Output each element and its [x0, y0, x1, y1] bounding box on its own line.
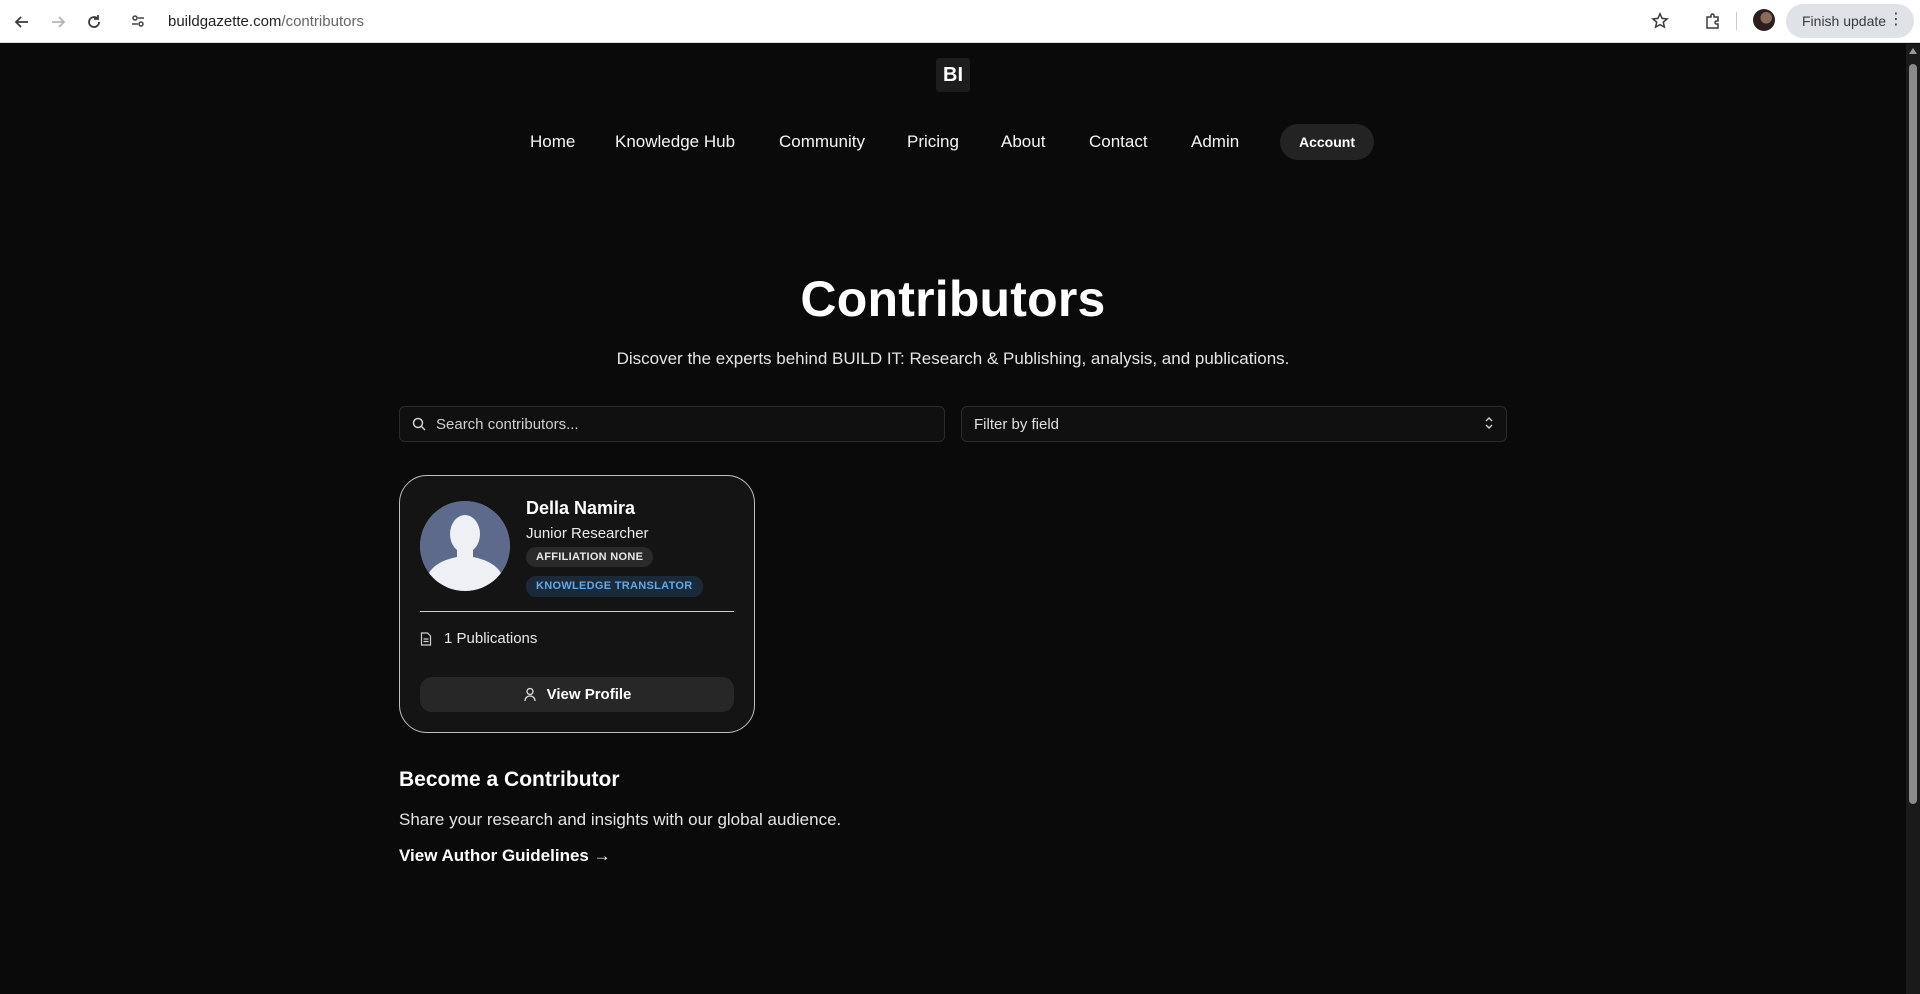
user-icon	[523, 687, 539, 703]
url-path: /contributors	[281, 12, 364, 30]
bookmark-star-icon[interactable]	[1648, 9, 1672, 33]
nav-admin[interactable]: Admin	[1191, 124, 1239, 160]
contributor-name[interactable]: Della Namira	[526, 498, 635, 519]
address-bar[interactable]: buildgazette.com/contributors	[124, 4, 1672, 38]
scrollbar-thumb[interactable]	[1909, 64, 1917, 804]
author-guidelines-link[interactable]: View Author Guidelines →	[399, 846, 611, 866]
field-filter-value: Filter by field	[974, 415, 1060, 433]
become-contributor-heading: Become a Contributor	[399, 768, 620, 791]
affiliation-badge: AFFILIATION NONE	[526, 547, 654, 567]
toolbar-divider	[1736, 12, 1737, 30]
knowledge-translator-badge: KNOWLEDGE TRANSLATOR	[526, 576, 703, 597]
person-silhouette-icon	[420, 501, 510, 591]
more-menu-icon[interactable]: ⋮	[1888, 12, 1904, 28]
arrow-right-icon	[52, 16, 66, 28]
nav-pricing[interactable]: Pricing	[907, 124, 959, 160]
document-icon	[420, 631, 434, 647]
finish-update-button[interactable]: Finish update ⋮	[1786, 4, 1914, 38]
search-field[interactable]	[399, 406, 945, 442]
publications-count: 1 Publications	[420, 630, 537, 647]
scroll-up-arrow-icon[interactable]	[1909, 48, 1917, 54]
site-settings-icon[interactable]	[124, 7, 152, 35]
card-divider	[420, 611, 734, 612]
profile-avatar[interactable]	[1753, 9, 1775, 31]
finish-update-label: Finish update	[1802, 13, 1887, 29]
nav-community[interactable]: Community	[779, 124, 865, 160]
nav-home[interactable]: Home	[530, 124, 575, 160]
main-navigation: Home Knowledge Hub Community Pricing Abo…	[0, 124, 1906, 160]
arrow-left-icon	[14, 16, 28, 28]
site-logo[interactable]: BI	[936, 58, 970, 92]
page-subtitle: Discover the experts behind BUILD IT: Re…	[616, 349, 1290, 368]
nav-knowledge-hub[interactable]: Knowledge Hub	[615, 124, 735, 160]
url-domain: buildgazette.com	[168, 12, 282, 30]
publications-label: 1 Publications	[444, 630, 538, 647]
nav-about[interactable]: About	[1001, 124, 1045, 160]
search-input[interactable]	[436, 415, 916, 433]
search-icon	[410, 415, 428, 433]
view-profile-button[interactable]: View Profile	[420, 677, 734, 712]
field-filter-select[interactable]: Filter by field	[961, 406, 1507, 442]
reload-button[interactable]	[80, 8, 108, 36]
contributor-card: Della Namira Junior Researcher AFFILIATI…	[399, 475, 755, 733]
contributor-avatar	[420, 501, 510, 591]
view-profile-label: View Profile	[546, 686, 632, 703]
nav-contact[interactable]: Contact	[1089, 124, 1148, 160]
become-contributor-text: Share your research and insights with ou…	[399, 810, 842, 829]
back-button[interactable]	[8, 8, 36, 36]
browser-toolbar: buildgazette.com/contributors Finish upd…	[0, 0, 1920, 43]
forward-button[interactable]	[44, 8, 72, 36]
extensions-puzzle-icon[interactable]	[1700, 8, 1726, 34]
url-text[interactable]: buildgazette.com/contributors	[168, 13, 364, 30]
reload-icon	[88, 15, 100, 28]
page-title: Contributors	[800, 271, 1106, 327]
page-scrollbar[interactable]	[1906, 44, 1920, 994]
account-button[interactable]: Account	[1280, 124, 1374, 160]
contributor-role: Junior Researcher	[526, 525, 649, 542]
chevron-up-down-icon	[1484, 416, 1494, 432]
